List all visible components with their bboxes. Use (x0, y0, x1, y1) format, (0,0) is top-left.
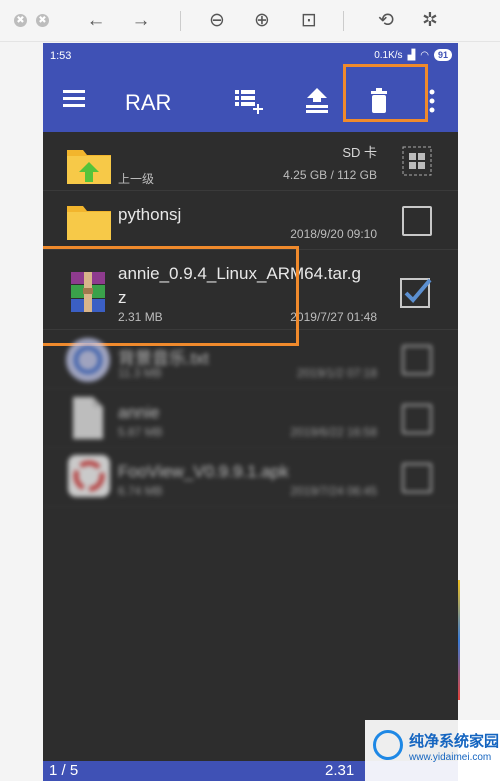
back-icon[interactable]: ← (84, 9, 108, 33)
document-icon (73, 397, 103, 439)
watermark: 纯净系统家园 www.yidaimei.com (365, 720, 500, 781)
list-item[interactable]: FooView_V0.9.9.1.apk 6.74 MB 2019/7/24 0… (43, 448, 458, 507)
folder-name: pythonsj (118, 205, 182, 224)
checked-checkbox-icon[interactable] (400, 276, 432, 308)
selected-size: 2.31 (325, 762, 355, 779)
apk-icon (68, 455, 110, 497)
phone-screen: 1:53 0.1K/s ▟ ◠ 91 RAR 上一级 SD 卡 4.25 GB … (43, 43, 458, 781)
forward-icon[interactable]: → (129, 9, 153, 33)
minimize-icon[interactable]: ✖ (36, 14, 49, 27)
magic-icon[interactable]: ✲ (418, 9, 442, 33)
toolbar-divider (180, 11, 181, 31)
select-checkbox[interactable] (402, 345, 432, 375)
add-to-archive-icon[interactable] (231, 84, 265, 118)
zoom-in-icon[interactable]: ⊕ (250, 9, 274, 33)
list-item[interactable]: pythonsj 2018/9/20 09:10 (43, 191, 458, 250)
folder-icon (67, 206, 111, 240)
watermark-url: www.yidaimei.com (409, 752, 492, 763)
file-size: 5.87 MB (118, 425, 163, 439)
fit-icon[interactable]: ⊡ (297, 9, 321, 33)
storage-usage: 4.25 GB / 112 GB (283, 168, 377, 182)
list-item[interactable]: 背景音乐.txt 11.3 MB 2019/1/2 07:18 (43, 330, 458, 389)
app-circle-icon (66, 338, 110, 382)
viewer-toolbar: ✖ ✖ ← → ⊖ ⊕ ⊡ ⟲ ✲ (0, 0, 500, 42)
storage-label: SD 卡 (342, 145, 377, 160)
toolbar-divider (343, 11, 344, 31)
select-checkbox[interactable] (402, 404, 432, 434)
file-list: 上一级 SD 卡 4.25 GB / 112 GB pythonsj 2018/… (43, 132, 458, 507)
folder-up-icon (67, 150, 111, 184)
delete-highlight-box (343, 64, 428, 122)
file-date: 2019/1/2 07:18 (296, 366, 377, 380)
extract-icon[interactable] (300, 84, 334, 118)
page-indicator: 1 / 5 (49, 762, 79, 779)
file-date: 2019/6/22 16:58 (290, 425, 377, 439)
file-size: 6.74 MB (118, 484, 163, 498)
status-indicators: 0.1K/s ▟ ◠ 91 (374, 49, 452, 61)
file-size: 11.3 MB (118, 366, 162, 380)
app-title: RAR (125, 90, 172, 115)
app-bar: RAR (43, 64, 458, 132)
close-icon[interactable]: ✖ (14, 14, 27, 27)
watermark-logo-icon (373, 730, 403, 760)
battery-level: 91 (433, 49, 452, 61)
folder-date: 2018/9/20 09:10 (290, 227, 377, 241)
parent-folder-label: 上一级 (118, 172, 155, 186)
file-name: annie (118, 403, 160, 422)
rotate-icon[interactable]: ⟲ (374, 9, 398, 33)
network-speed: 0.1K/s (374, 49, 403, 61)
select-checkbox[interactable] (402, 206, 432, 236)
select-checkbox[interactable] (402, 463, 432, 493)
list-item[interactable]: 上一级 SD 卡 4.25 GB / 112 GB (43, 132, 458, 191)
zoom-out-icon[interactable]: ⊖ (205, 9, 229, 33)
wifi-icon: ◠ (420, 49, 429, 61)
file-date: 2019/7/27 01:48 (290, 310, 377, 324)
menu-icon[interactable] (63, 90, 85, 108)
grid-view-icon[interactable] (402, 146, 432, 176)
watermark-text: 纯净系统家园 (409, 733, 500, 750)
status-time: 1:53 (50, 50, 72, 62)
signal-icon: ▟ (407, 49, 416, 61)
list-item[interactable]: annie 5.87 MB 2019/6/22 16:58 (43, 389, 458, 448)
file-name: FooView_V0.9.9.1.apk (118, 462, 289, 481)
file-date: 2019/7/24 06:45 (290, 484, 377, 498)
list-item[interactable]: annie_0.9.4_Linux_ARM64.tar.g z 2.31 MB … (43, 246, 458, 346)
